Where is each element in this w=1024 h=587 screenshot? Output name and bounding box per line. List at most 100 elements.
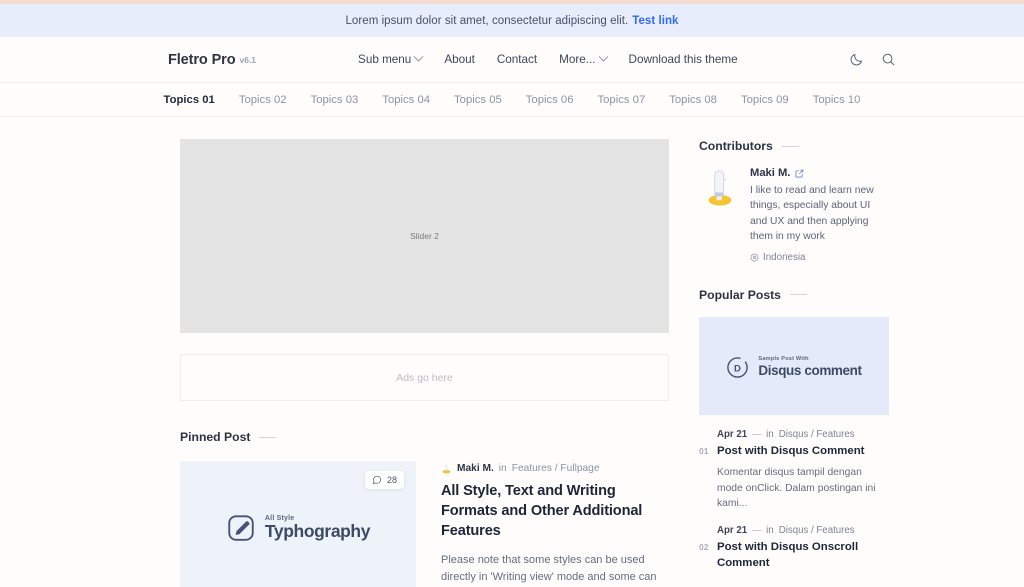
topic-tab-01[interactable]: Topics 01	[164, 94, 215, 106]
popular-post-categories[interactable]: Disqus / Features	[779, 525, 855, 536]
pinned-post-thumbnail[interactable]: 28 All Style Typhography	[180, 461, 416, 587]
main-navigation: Sub menu About Contact More... Download …	[358, 51, 738, 66]
topic-tab-07[interactable]: Topics 07	[598, 94, 646, 106]
nav-item-about[interactable]: About	[444, 53, 475, 66]
avatar-icon	[442, 464, 451, 474]
popular-post-meta: Apr 21 in Disqus / Features	[699, 525, 889, 536]
topic-tab-06[interactable]: Topics 06	[526, 94, 574, 106]
nav-label: Download this theme	[628, 53, 738, 66]
topic-tab-09[interactable]: Topics 09	[741, 94, 789, 106]
contributor-name-text: Maki M.	[750, 167, 791, 179]
heading-dash	[789, 294, 807, 296]
popular-post-title[interactable]: Post with Disqus Onscroll Comment	[717, 540, 889, 571]
contributor-location-text: Indonesia	[763, 251, 806, 263]
contributors-heading: Contributors	[699, 139, 889, 153]
heading-dash	[781, 145, 799, 147]
thumb-title: Disqus comment	[758, 362, 862, 378]
popular-post-number: 02	[699, 542, 709, 553]
popular-post-date: Apr 21	[717, 525, 748, 537]
contributor-bio: I like to read and learn new things, esp…	[750, 185, 874, 243]
hero-slider[interactable]: Slider 2	[180, 139, 669, 333]
pinned-post-heading: Pinned Post	[180, 430, 669, 444]
nav-label: About	[444, 53, 475, 66]
pinned-post-section: Pinned Post 28 All Style Typhography Mak…	[180, 430, 669, 587]
ads-label: Ads go here	[396, 371, 453, 384]
pinned-post-meta: Maki M. in Features / Fullpage	[441, 463, 669, 474]
header-icon-group	[847, 50, 898, 69]
section-title: Pinned Post	[180, 430, 251, 444]
topic-tab-02[interactable]: Topics 02	[239, 94, 287, 106]
popular-post-categories[interactable]: Disqus / Features	[779, 429, 855, 440]
popular-post-number: 01	[699, 445, 709, 456]
search-icon[interactable]	[879, 50, 898, 69]
disqus-logo: D Sample Post With Disqus comment	[726, 356, 862, 379]
popular-post-snippet: Komentar disqus tampil dengan mode onCli…	[717, 467, 876, 510]
topic-tab-10[interactable]: Topics 10	[813, 94, 861, 106]
post-categories[interactable]: Features / Fullpage	[512, 463, 600, 474]
pencil-edit-icon	[228, 515, 254, 541]
moon-icon[interactable]	[847, 50, 866, 69]
section-title: Popular Posts	[699, 287, 781, 302]
popular-post-title[interactable]: Post with Disqus Comment	[717, 444, 864, 459]
site-header: Fletro Pro v6.1 Sub menu About Contact M…	[0, 37, 1024, 83]
popular-posts-section: Popular Posts D Sample Post With Disqus …	[699, 288, 889, 571]
topic-tab-05[interactable]: Topics 05	[454, 94, 502, 106]
heading-dash	[259, 436, 277, 438]
nav-item-more[interactable]: More...	[559, 51, 608, 66]
meta-dash	[752, 433, 762, 435]
pinned-post-body: Maki M. in Features / Fullpage All Style…	[441, 461, 669, 587]
nav-item-sub-menu[interactable]: Sub menu	[358, 51, 424, 66]
pinned-post-card: 28 All Style Typhography Maki M. in Feat…	[180, 461, 669, 587]
meta-in: in	[498, 463, 507, 474]
notice-text: Lorem ipsum dolor sit amet, consectetur …	[345, 14, 629, 27]
contributors-section: Contributors Maki M. I like to read and …	[699, 139, 889, 263]
contributor-item: Maki M. I like to read and learn new thi…	[699, 167, 889, 263]
comment-count: 28	[386, 475, 397, 485]
sidebar: Contributors Maki M. I like to read and …	[699, 139, 889, 587]
topics-navigation: Topics 01 Topics 02 Topics 03 Topics 04 …	[0, 83, 1024, 117]
svg-text:D: D	[734, 364, 741, 375]
meta-in: in	[766, 428, 774, 440]
popular-posts-heading: Popular Posts	[699, 288, 889, 302]
typography-logo: All Style Typhography	[226, 513, 370, 543]
notice-test-link[interactable]: Test link	[632, 15, 678, 27]
notice-bar: Lorem ipsum dolor sit amet, consectetur …	[0, 4, 1024, 37]
contributor-name[interactable]: Maki M.	[750, 167, 889, 179]
nav-item-contact[interactable]: Contact	[497, 53, 537, 66]
pinned-post-snippet: Please note that some styles can be used…	[441, 554, 657, 584]
nav-label: Contact	[496, 53, 538, 66]
main-column: Slider 2 Ads go here Pinned Post 28 All …	[180, 139, 669, 587]
page-body: Slider 2 Ads go here Pinned Post 28 All …	[0, 117, 1024, 587]
meta-in: in	[766, 525, 774, 537]
topic-tab-04[interactable]: Topics 04	[382, 94, 430, 106]
comment-count-badge: 28	[364, 471, 404, 489]
pinned-post-title[interactable]: All Style, Text and Writing Formats and …	[441, 481, 669, 541]
slider-label: Slider 2	[410, 231, 439, 241]
brand-logo[interactable]: Fletro Pro v6.1	[168, 52, 256, 68]
nav-label: Sub menu	[358, 53, 412, 66]
section-title: Contributors	[699, 139, 773, 153]
popular-post-meta: Apr 21 in Disqus / Features	[699, 429, 889, 440]
popular-post-item: Apr 21 in Disqus / Features 01 Post with…	[699, 429, 889, 512]
brand-version: v6.1	[239, 54, 257, 65]
popular-post-item: Apr 21 in Disqus / Features 02 Post with…	[699, 525, 889, 571]
location-pin-icon	[750, 253, 759, 262]
ads-placeholder: Ads go here	[180, 354, 669, 401]
chevron-down-icon	[413, 51, 424, 62]
post-author[interactable]: Maki M.	[457, 463, 494, 474]
nav-label: More...	[559, 53, 596, 66]
external-link-icon	[795, 169, 804, 177]
contributor-location: Indonesia	[750, 252, 889, 263]
avatar	[708, 170, 732, 206]
nav-item-download-theme[interactable]: Download this theme	[629, 53, 738, 66]
comment-bubble-icon	[372, 475, 382, 485]
disqus-icon: D	[727, 357, 749, 379]
thumb-title: Typhography	[264, 520, 371, 541]
chevron-down-icon	[598, 51, 608, 62]
topic-tab-03[interactable]: Topics 03	[311, 94, 359, 106]
topic-tab-08[interactable]: Topics 08	[669, 94, 717, 106]
meta-dash	[752, 530, 762, 532]
brand-name: Fletro Pro	[168, 51, 236, 68]
popular-post-thumbnail[interactable]: D Sample Post With Disqus comment	[699, 316, 889, 415]
popular-post-date: Apr 21	[717, 428, 748, 440]
